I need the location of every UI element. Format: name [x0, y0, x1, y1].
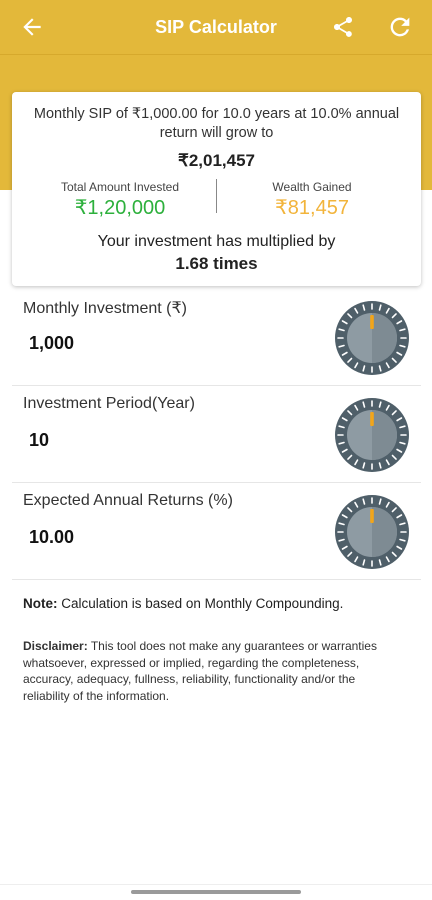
monthly-investment-label: Monthly Investment (₹)	[23, 300, 188, 317]
multiplier-label: Your investment has multiplied by	[97, 233, 336, 250]
disclaimer-prefix: Disclaimer:	[23, 639, 88, 653]
share-icon	[334, 17, 352, 37]
result-card: Monthly SIP of ₹1,000.00 for 10.0 years …	[12, 92, 421, 286]
input-row-annual-returns: Expected Annual Returns (%) 10.00	[12, 484, 421, 580]
note-body: Calculation is based on Monthly Compound…	[57, 596, 344, 611]
system-nav-bar	[0, 884, 432, 900]
invested-label: Total Amount Invested	[60, 180, 180, 194]
maturity-value: ₹2,01,457	[178, 151, 255, 170]
invested-value: ₹1,20,000	[74, 197, 166, 219]
multiplier-value: 1.68 times	[175, 254, 258, 273]
investment-period-value[interactable]: 10	[29, 430, 49, 451]
input-row-monthly-investment: Monthly Investment (₹) 1,000	[12, 290, 421, 386]
refresh-button[interactable]	[384, 11, 416, 43]
back-button[interactable]	[16, 11, 48, 43]
share-button[interactable]	[328, 11, 358, 43]
gained-value: ₹81,457	[275, 197, 349, 219]
annual-returns-label: Expected Annual Returns (%)	[23, 492, 233, 509]
gained-column: Wealth Gained ₹81,457	[212, 180, 412, 220]
monthly-investment-value[interactable]: 1,000	[29, 333, 74, 354]
back-arrow-icon	[23, 18, 41, 36]
monthly-investment-knob[interactable]	[334, 300, 410, 376]
investment-period-knob[interactable]	[334, 397, 410, 473]
annual-returns-knob[interactable]	[334, 494, 410, 570]
note-prefix: Note:	[23, 596, 58, 611]
investment-period-label: Investment Period(Year)	[23, 395, 195, 412]
input-row-investment-period: Investment Period(Year) 10	[12, 387, 421, 483]
gained-label: Wealth Gained	[272, 180, 352, 194]
invested-column: Total Amount Invested ₹1,20,000	[20, 180, 220, 220]
annual-returns-value[interactable]: 10.00	[29, 527, 74, 548]
note-text: Note: Calculation is based on Monthly Co…	[23, 596, 343, 611]
refresh-icon	[390, 17, 410, 37]
disclaimer-text: Disclaimer: This tool does not make any …	[23, 638, 383, 704]
app-bar: SIP Calculator	[0, 0, 432, 54]
result-summary: Monthly SIP of ₹1,000.00 for 10.0 years …	[33, 106, 400, 141]
gesture-handle[interactable]	[131, 890, 301, 894]
page-title: SIP Calculator	[155, 17, 277, 37]
